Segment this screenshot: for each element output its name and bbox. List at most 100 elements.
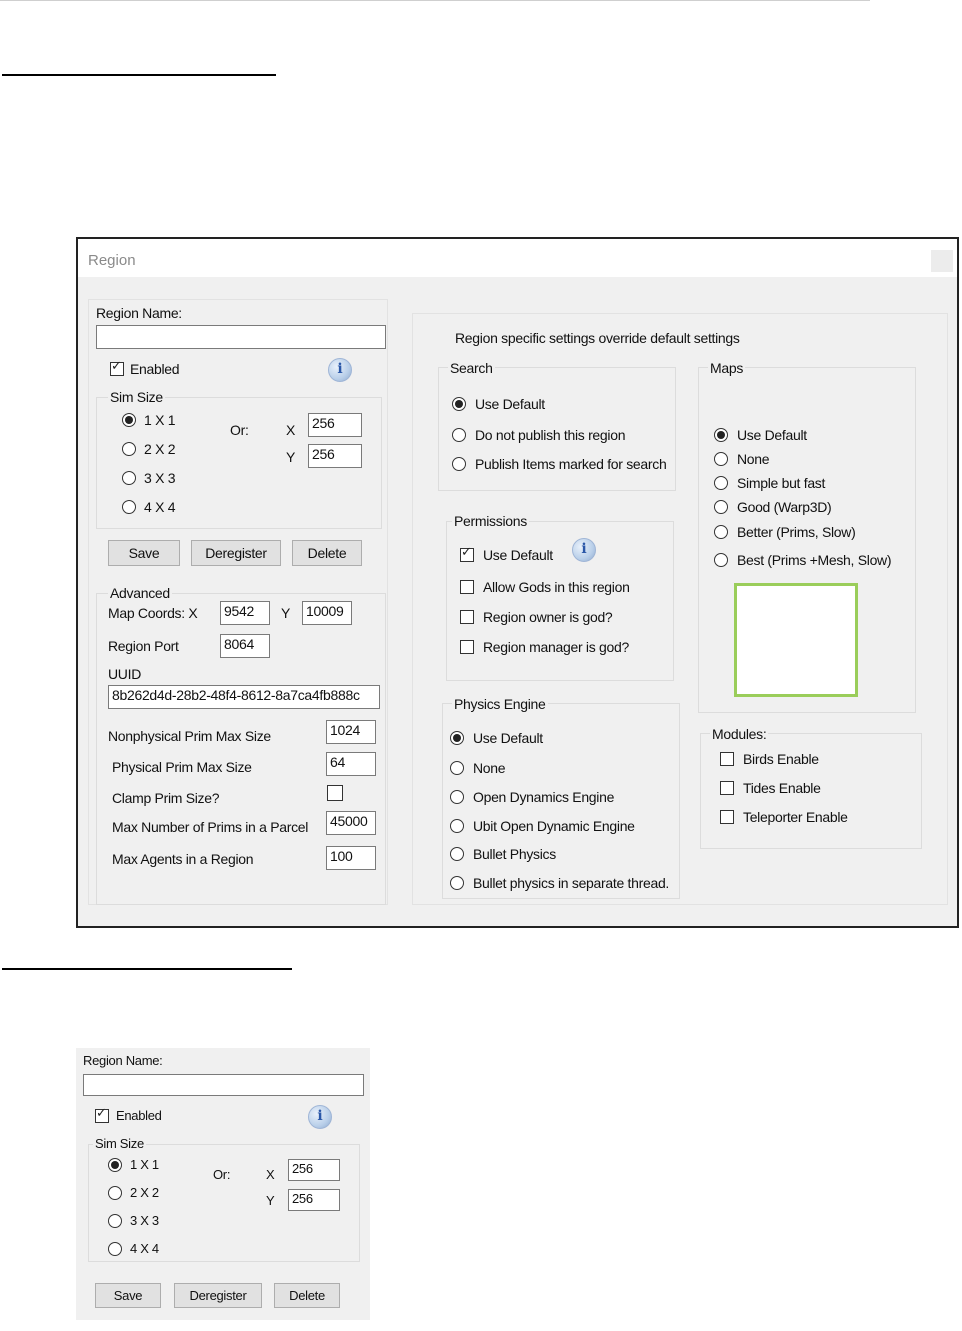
modules-label: Modules: bbox=[710, 726, 769, 742]
birds-enable-checkbox[interactable] bbox=[720, 752, 734, 766]
physics-use-default-radio[interactable] bbox=[450, 731, 464, 745]
owner-god-checkbox[interactable] bbox=[460, 610, 474, 624]
physical-label: Physical Prim Max Size bbox=[112, 759, 252, 775]
save-button[interactable]: Save bbox=[95, 1283, 161, 1308]
uuid-input[interactable]: 8b262d4d-28b2-48f4-8612-8a7ca4fb888c bbox=[108, 685, 380, 709]
sim-y-input[interactable]: 256 bbox=[308, 444, 362, 468]
map-coords-label: Map Coords: X bbox=[108, 605, 198, 621]
maps-use-default-radio[interactable] bbox=[714, 428, 728, 442]
permissions-label: Permissions bbox=[452, 513, 529, 529]
info-icon[interactable]: i bbox=[308, 1105, 332, 1129]
map-x-input[interactable]: 9542 bbox=[220, 601, 270, 625]
sim-y-input[interactable]: 256 bbox=[288, 1189, 340, 1211]
permissions-option: Region manager is god? bbox=[483, 639, 629, 655]
region-dialog: Region Region Name: Enabled i Sim Size 1… bbox=[76, 237, 959, 928]
teleporter-enable-checkbox[interactable] bbox=[720, 810, 734, 824]
delete-button[interactable]: Delete bbox=[292, 540, 362, 566]
max-prims-label: Max Number of Prims in a Parcel bbox=[112, 819, 309, 835]
sim-size-2x2-radio[interactable] bbox=[122, 442, 136, 456]
physics-bullet-thread-radio[interactable] bbox=[450, 876, 464, 890]
sim-x-input[interactable]: 256 bbox=[308, 413, 362, 437]
or-label: Or: bbox=[213, 1167, 231, 1182]
enabled-label: Enabled bbox=[116, 1108, 162, 1123]
region-name-input[interactable] bbox=[96, 325, 386, 349]
modules-option: Birds Enable bbox=[743, 751, 819, 767]
maps-none-radio[interactable] bbox=[714, 452, 728, 466]
enabled-checkbox[interactable] bbox=[95, 1106, 109, 1123]
maps-option: Use Default bbox=[737, 427, 807, 443]
sim-size-label: Sim Size bbox=[93, 1136, 146, 1151]
physics-engine-label: Physics Engine bbox=[452, 696, 548, 712]
map-y-input[interactable]: 10009 bbox=[302, 601, 352, 625]
region-name-label: Region Name: bbox=[96, 305, 182, 321]
sim-size-1x1-radio[interactable] bbox=[122, 413, 136, 427]
nonphysical-input[interactable]: 1024 bbox=[326, 720, 376, 744]
physics-none-radio[interactable] bbox=[450, 761, 464, 775]
save-button[interactable]: Save bbox=[108, 540, 180, 566]
info-icon[interactable]: i bbox=[328, 358, 352, 382]
deregister-button[interactable]: Deregister bbox=[191, 540, 281, 566]
maps-option: Better (Prims, Slow) bbox=[737, 524, 856, 540]
physics-option: Bullet Physics bbox=[473, 846, 556, 862]
sim-size-3x3-radio[interactable] bbox=[108, 1214, 122, 1228]
map-y-label: Y bbox=[281, 605, 291, 621]
permissions-option: Allow Gods in this region bbox=[483, 579, 630, 595]
sim-size-option: 1 X 1 bbox=[144, 412, 176, 428]
sim-size-4x4-radio[interactable] bbox=[122, 500, 136, 514]
sim-size-option: 2 X 2 bbox=[130, 1185, 159, 1200]
maps-option: None bbox=[737, 451, 770, 467]
manager-god-checkbox[interactable] bbox=[460, 640, 474, 654]
region-name-input[interactable] bbox=[83, 1074, 364, 1096]
permissions-use-default-checkbox[interactable] bbox=[460, 545, 474, 562]
clamp-checkbox[interactable] bbox=[327, 785, 343, 801]
sim-size-option: 1 X 1 bbox=[130, 1157, 159, 1172]
maps-better-radio[interactable] bbox=[714, 525, 728, 539]
heading-underline bbox=[2, 74, 276, 76]
sim-size-option: 4 X 4 bbox=[144, 499, 176, 515]
permissions-group bbox=[446, 521, 674, 681]
search-no-publish-radio[interactable] bbox=[452, 428, 466, 442]
uuid-label: UUID bbox=[108, 666, 142, 682]
maps-simple-radio[interactable] bbox=[714, 476, 728, 490]
sim-x-input[interactable]: 256 bbox=[288, 1159, 340, 1181]
deregister-button[interactable]: Deregister bbox=[174, 1283, 262, 1308]
physics-option: None bbox=[473, 760, 506, 776]
max-agents-input[interactable]: 100 bbox=[326, 846, 376, 870]
max-prims-input[interactable]: 45000 bbox=[326, 811, 376, 835]
permissions-use-default-label: Use Default bbox=[483, 547, 553, 563]
map-preview-image bbox=[734, 583, 858, 697]
physics-ubit-ode-radio[interactable] bbox=[450, 819, 464, 833]
sim-size-option: 2 X 2 bbox=[144, 441, 176, 457]
maps-good-radio[interactable] bbox=[714, 500, 728, 514]
maps-label: Maps bbox=[708, 360, 746, 376]
sim-size-2x2-radio[interactable] bbox=[108, 1186, 122, 1200]
region-name-label: Region Name: bbox=[83, 1053, 163, 1068]
delete-button[interactable]: Delete bbox=[274, 1283, 340, 1308]
close-button[interactable] bbox=[931, 250, 953, 272]
sim-size-3x3-radio[interactable] bbox=[122, 471, 136, 485]
info-icon[interactable]: i bbox=[572, 538, 596, 562]
tides-enable-checkbox[interactable] bbox=[720, 781, 734, 795]
window-title: Region bbox=[88, 252, 136, 269]
physics-ode-radio[interactable] bbox=[450, 790, 464, 804]
permissions-option: Region owner is god? bbox=[483, 609, 613, 625]
search-publish-items-radio[interactable] bbox=[452, 457, 466, 471]
allow-gods-checkbox[interactable] bbox=[460, 580, 474, 594]
search-option: Use Default bbox=[475, 396, 545, 412]
search-use-default-radio[interactable] bbox=[452, 397, 466, 411]
max-agents-label: Max Agents in a Region bbox=[112, 851, 254, 867]
physics-bullet-radio[interactable] bbox=[450, 847, 464, 861]
override-note: Region specific settings override defaul… bbox=[455, 330, 740, 346]
modules-option: Tides Enable bbox=[743, 780, 821, 796]
region-port-input[interactable]: 8064 bbox=[220, 634, 270, 658]
physics-option: Open Dynamics Engine bbox=[473, 789, 615, 805]
enabled-checkbox[interactable] bbox=[110, 359, 124, 376]
sim-size-1x1-radio[interactable] bbox=[108, 1158, 122, 1172]
x-label: X bbox=[286, 422, 296, 438]
sim-size-4x4-radio[interactable] bbox=[108, 1242, 122, 1256]
maps-best-radio[interactable] bbox=[714, 553, 728, 567]
physics-option: Bullet physics in separate thread. bbox=[473, 875, 670, 891]
physical-input[interactable]: 64 bbox=[326, 752, 376, 776]
maps-option: Best (Prims +Mesh, Slow) bbox=[737, 552, 892, 568]
sim-size-option: 3 X 3 bbox=[144, 470, 176, 486]
